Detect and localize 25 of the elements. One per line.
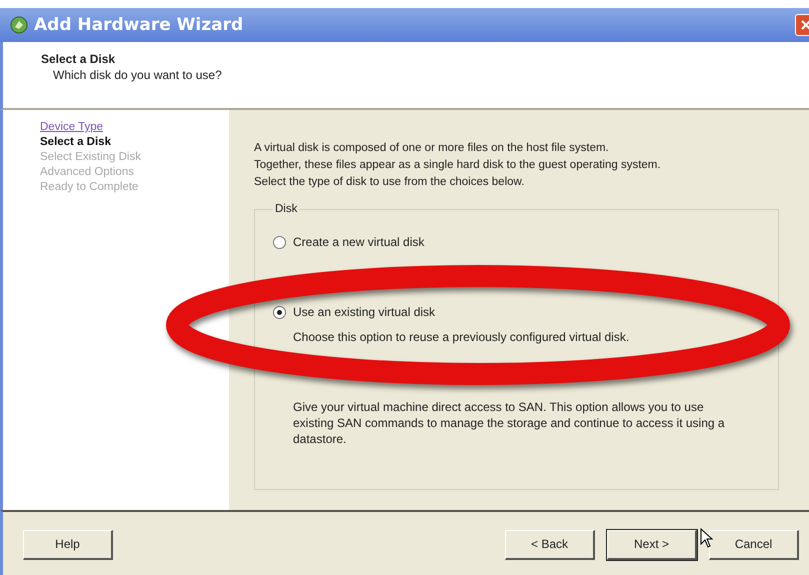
intro-text: Together, these files appear as a single hard disk to the guest operating system.: [254, 158, 662, 173]
group-title: Disk: [274, 203, 298, 215]
cursor-icon: [700, 528, 714, 548]
step-item: Advanced Options: [40, 165, 134, 179]
option-label[interactable]: Create a new virtual disk: [293, 235, 424, 249]
radio-button[interactable]: [273, 306, 286, 318]
option-description: Choose this option to reuse a previously configured virtual disk.: [293, 329, 630, 345]
close-icon: [800, 19, 809, 31]
wizard-icon: [10, 16, 28, 34]
option-label[interactable]: Use an existing virtual disk: [293, 305, 436, 319]
wizard-button[interactable]: Next >: [607, 530, 697, 560]
step-item[interactable]: Device Type: [40, 120, 104, 134]
intro-text: Select the type of disk to use from the choices below.: [254, 175, 526, 190]
page-title: Select a Disk: [41, 52, 116, 66]
help-button[interactable]: Help: [23, 530, 113, 560]
window-title: Add Hardware Wizard: [34, 15, 244, 35]
wizard-button[interactable]: < Back: [505, 530, 595, 560]
wizard-button[interactable]: Cancel: [709, 530, 799, 560]
step-item: Select a Disk: [40, 135, 111, 149]
page-subtitle: Which disk do you want to use?: [52, 68, 223, 82]
step-item: Select Existing Disk: [40, 150, 141, 164]
intro-text: A virtual disk is composed of one or more files on the host file system.: [254, 141, 610, 156]
option-description: Give your virtual machine direct access to SAN. This option allows you to use existing SAN commands to manage the storage and continue to access it using a datastore.: [293, 399, 726, 447]
step-item: Ready to Complete: [40, 180, 138, 194]
radio-button[interactable]: [273, 236, 286, 248]
